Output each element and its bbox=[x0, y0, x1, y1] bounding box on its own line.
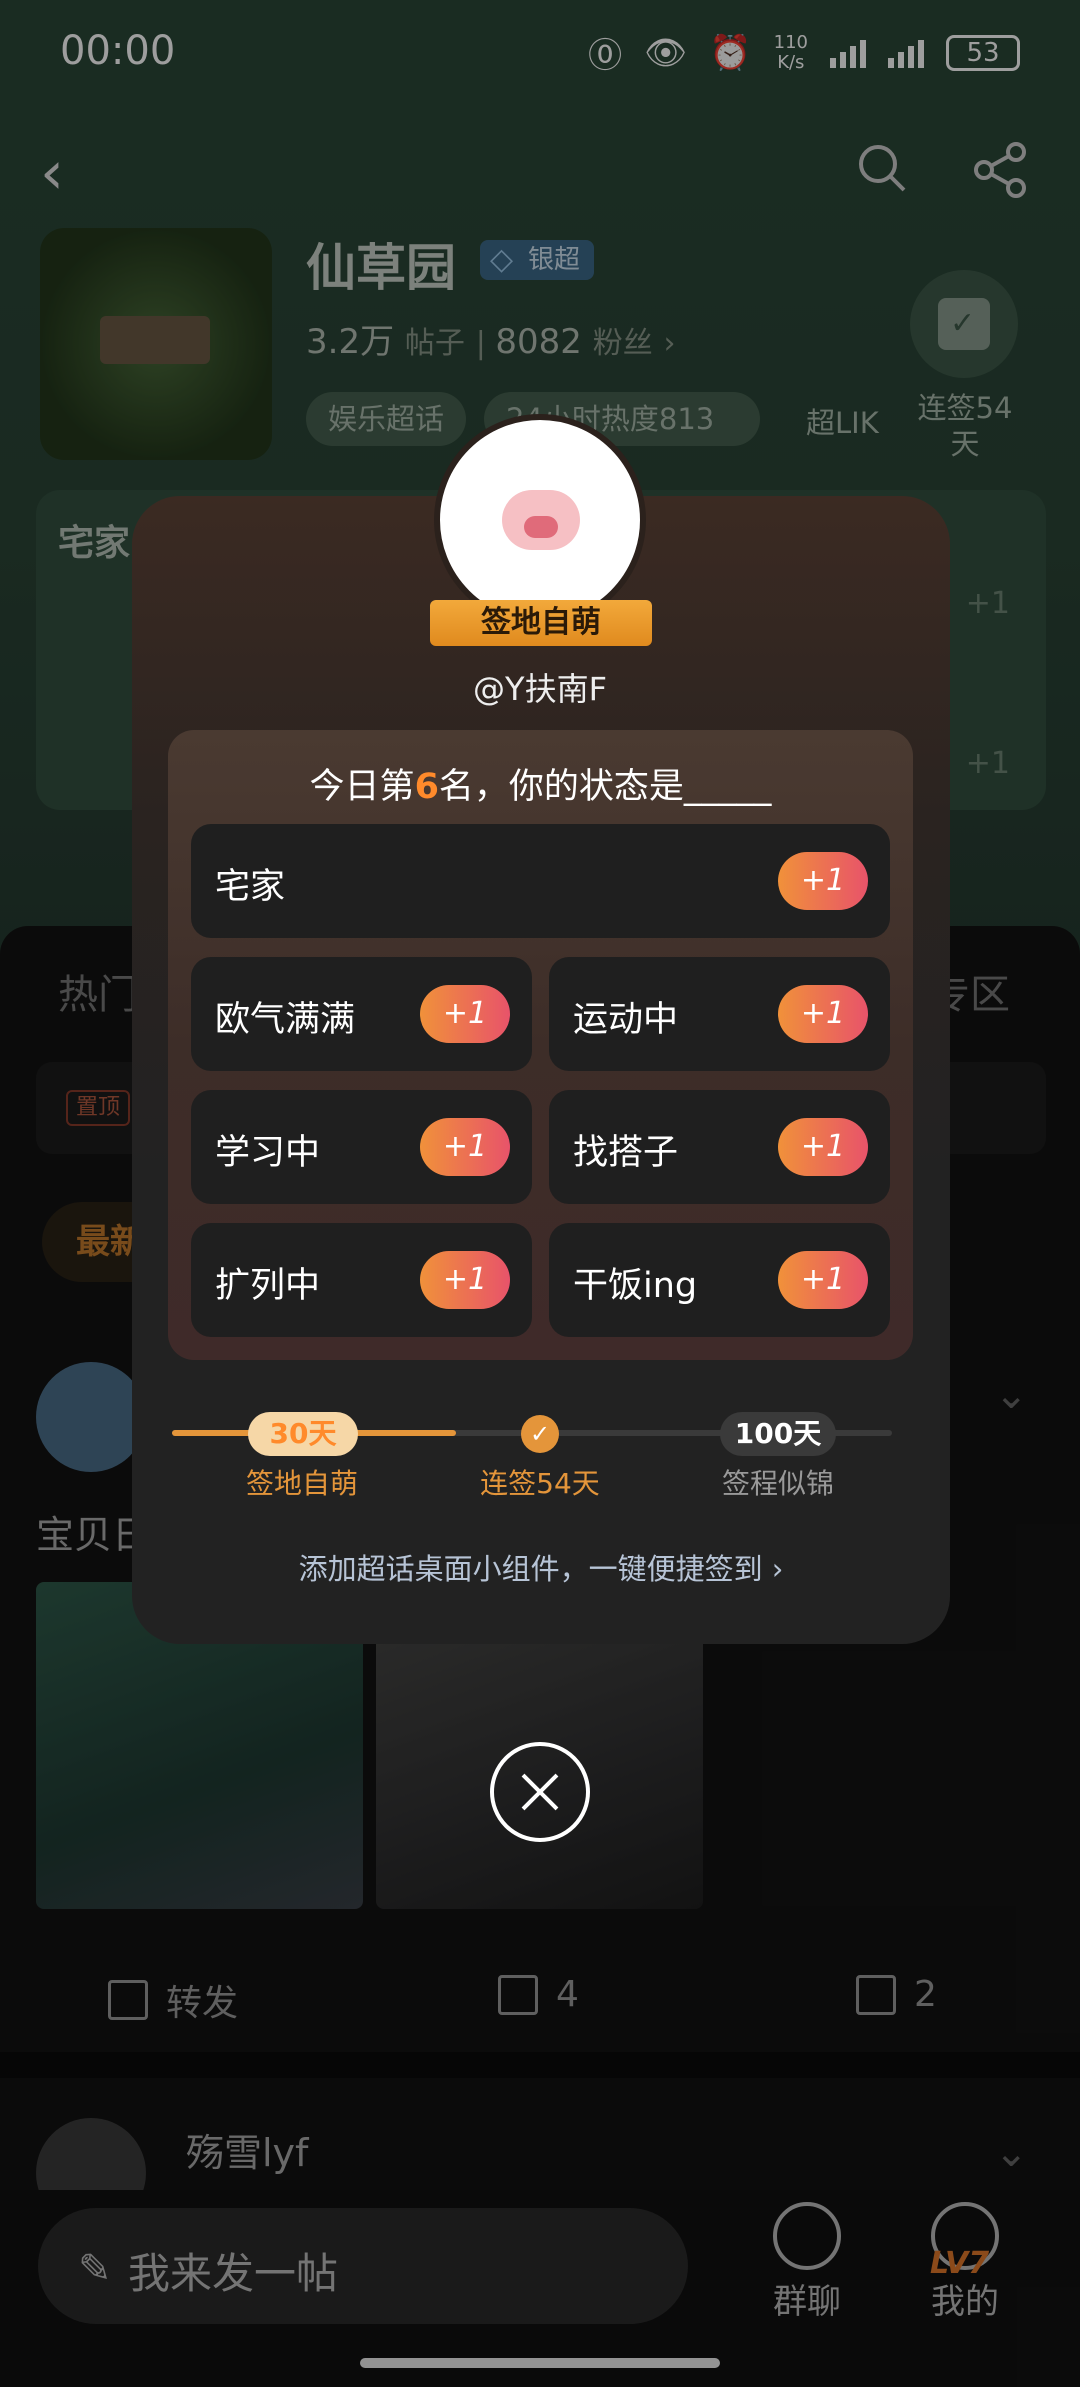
plus-one-button[interactable]: +1 bbox=[778, 852, 868, 910]
milestone-100-label: 签程似锦 bbox=[721, 1467, 834, 1500]
plus-one-button[interactable]: +1 bbox=[420, 985, 510, 1043]
plus-one-button[interactable]: +1 bbox=[420, 1118, 510, 1176]
status-option-label: 找搭子 bbox=[573, 1133, 679, 1173]
status-option[interactable]: 运动中 +1 bbox=[549, 957, 890, 1071]
current-streak-label: 连签54天 bbox=[480, 1467, 600, 1500]
status-option-label: 扩列中 bbox=[215, 1266, 321, 1306]
status-option[interactable]: 找搭子 +1 bbox=[549, 1090, 890, 1204]
plus-one-button[interactable]: +1 bbox=[778, 1251, 868, 1309]
status-option[interactable]: 扩列中 +1 bbox=[191, 1223, 532, 1337]
status-question: 今日第6名，你的状态是_____ bbox=[168, 758, 913, 809]
status-option-label: 欧气满满 bbox=[215, 1000, 356, 1040]
question-suffix: 名，你的状态是_____ bbox=[438, 767, 772, 807]
question-prefix: 今日第 bbox=[309, 767, 415, 807]
status-option[interactable]: 欧气满满 +1 bbox=[191, 957, 532, 1071]
plus-one-button[interactable]: +1 bbox=[778, 985, 868, 1043]
status-option[interactable]: 宅家 +1 bbox=[191, 824, 890, 938]
status-option-label: 学习中 bbox=[215, 1133, 321, 1173]
popup-avatar bbox=[434, 414, 646, 626]
pig-icon bbox=[502, 490, 580, 550]
status-option[interactable]: 学习中 +1 bbox=[191, 1090, 532, 1204]
plus-one-button[interactable]: +1 bbox=[420, 1251, 510, 1309]
status-option-label: 宅家 bbox=[215, 867, 286, 907]
close-icon[interactable] bbox=[490, 1742, 590, 1842]
status-option[interactable]: 干饭ing +1 bbox=[549, 1223, 890, 1337]
plus-one-button[interactable]: +1 bbox=[778, 1118, 868, 1176]
check-icon: ✓ bbox=[521, 1415, 559, 1453]
status-option-label: 运动中 bbox=[573, 1000, 679, 1040]
milestone-30-label: 签地自萌 bbox=[245, 1467, 358, 1500]
add-widget-link[interactable]: 添加超话桌面小组件，一键便捷签到 › bbox=[132, 1546, 950, 1588]
title-ribbon: 签地自萌 bbox=[430, 600, 652, 646]
status-option-label: 干饭ing bbox=[573, 1266, 698, 1306]
milestone-30-days: 30天 bbox=[248, 1412, 358, 1456]
popup-username: @Y扶南F bbox=[473, 670, 607, 708]
rank-number: 6 bbox=[414, 767, 439, 807]
milestone-100-days: 100天 bbox=[720, 1412, 836, 1456]
